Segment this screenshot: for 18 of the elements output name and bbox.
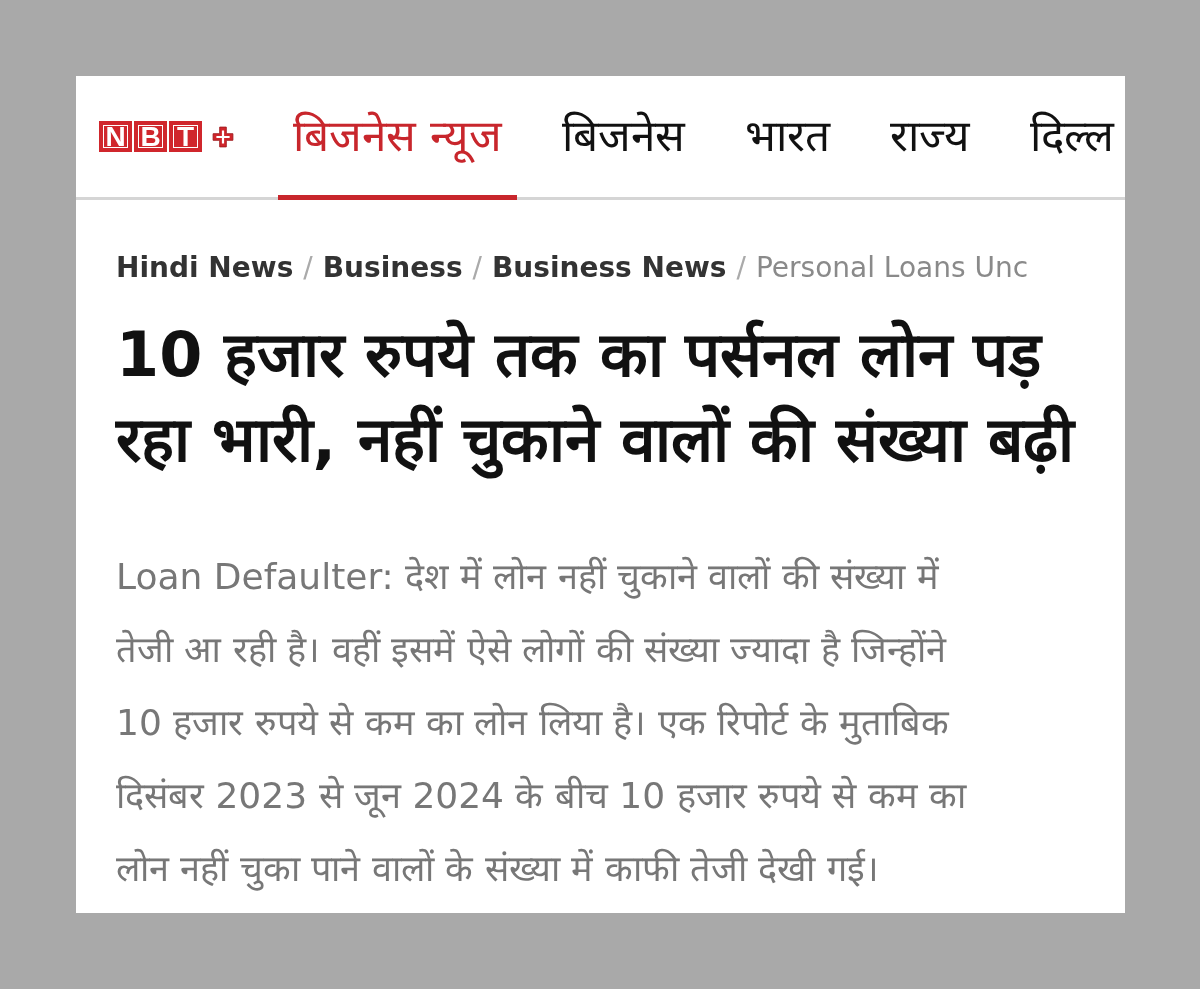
breadcrumb-separator: / [736, 251, 746, 285]
logo-letter: B [134, 121, 167, 152]
nav-tab[interactable]: दिल्ल [1015, 76, 1125, 200]
nav-tab[interactable]: बिजनेस न्यूज [278, 76, 517, 200]
logo-letter: T [169, 121, 202, 152]
plus-icon [212, 125, 234, 148]
article-headline: 10 हजार रुपये तक का पर्सनल लोन पड़ रहा भारी, नहीं चुकाने वालों की संख्या बढ़ी [116, 312, 1085, 482]
breadcrumb-current: Personal Loans Unc [755, 251, 1029, 285]
nav-tab[interactable]: राज्य [875, 76, 985, 200]
nav-tab[interactable]: भारत [730, 76, 845, 200]
breadcrumb-separator: / [472, 251, 482, 285]
breadcrumb-link[interactable]: Business News [492, 251, 727, 285]
logo-letter: N [99, 121, 132, 152]
article-summary: Loan Defaulter: देश में लोन नहीं चुकाने वालों की संख्या में तेजी आ रही है। वहीं इसमें ऐसे लोगों की संख्या ज्यादा है जिन्होंने 10 हजार रुपये से कम का लोन लिया है। एक रिपोर्ट के मुताबिक दिसंबर 2023 से जून 2024 के बीच 10 हजार रुपये से कम का लोन नहीं चुका पाने वालों के संख्या में काफी तेजी देखी गई। [116, 555, 968, 893]
breadcrumb-separator: / [303, 251, 313, 285]
nav-tab[interactable]: बिजनेस [547, 76, 700, 200]
breadcrumb-link[interactable]: Business [322, 251, 463, 285]
breadcrumb-link[interactable]: Hindi News [116, 251, 294, 285]
